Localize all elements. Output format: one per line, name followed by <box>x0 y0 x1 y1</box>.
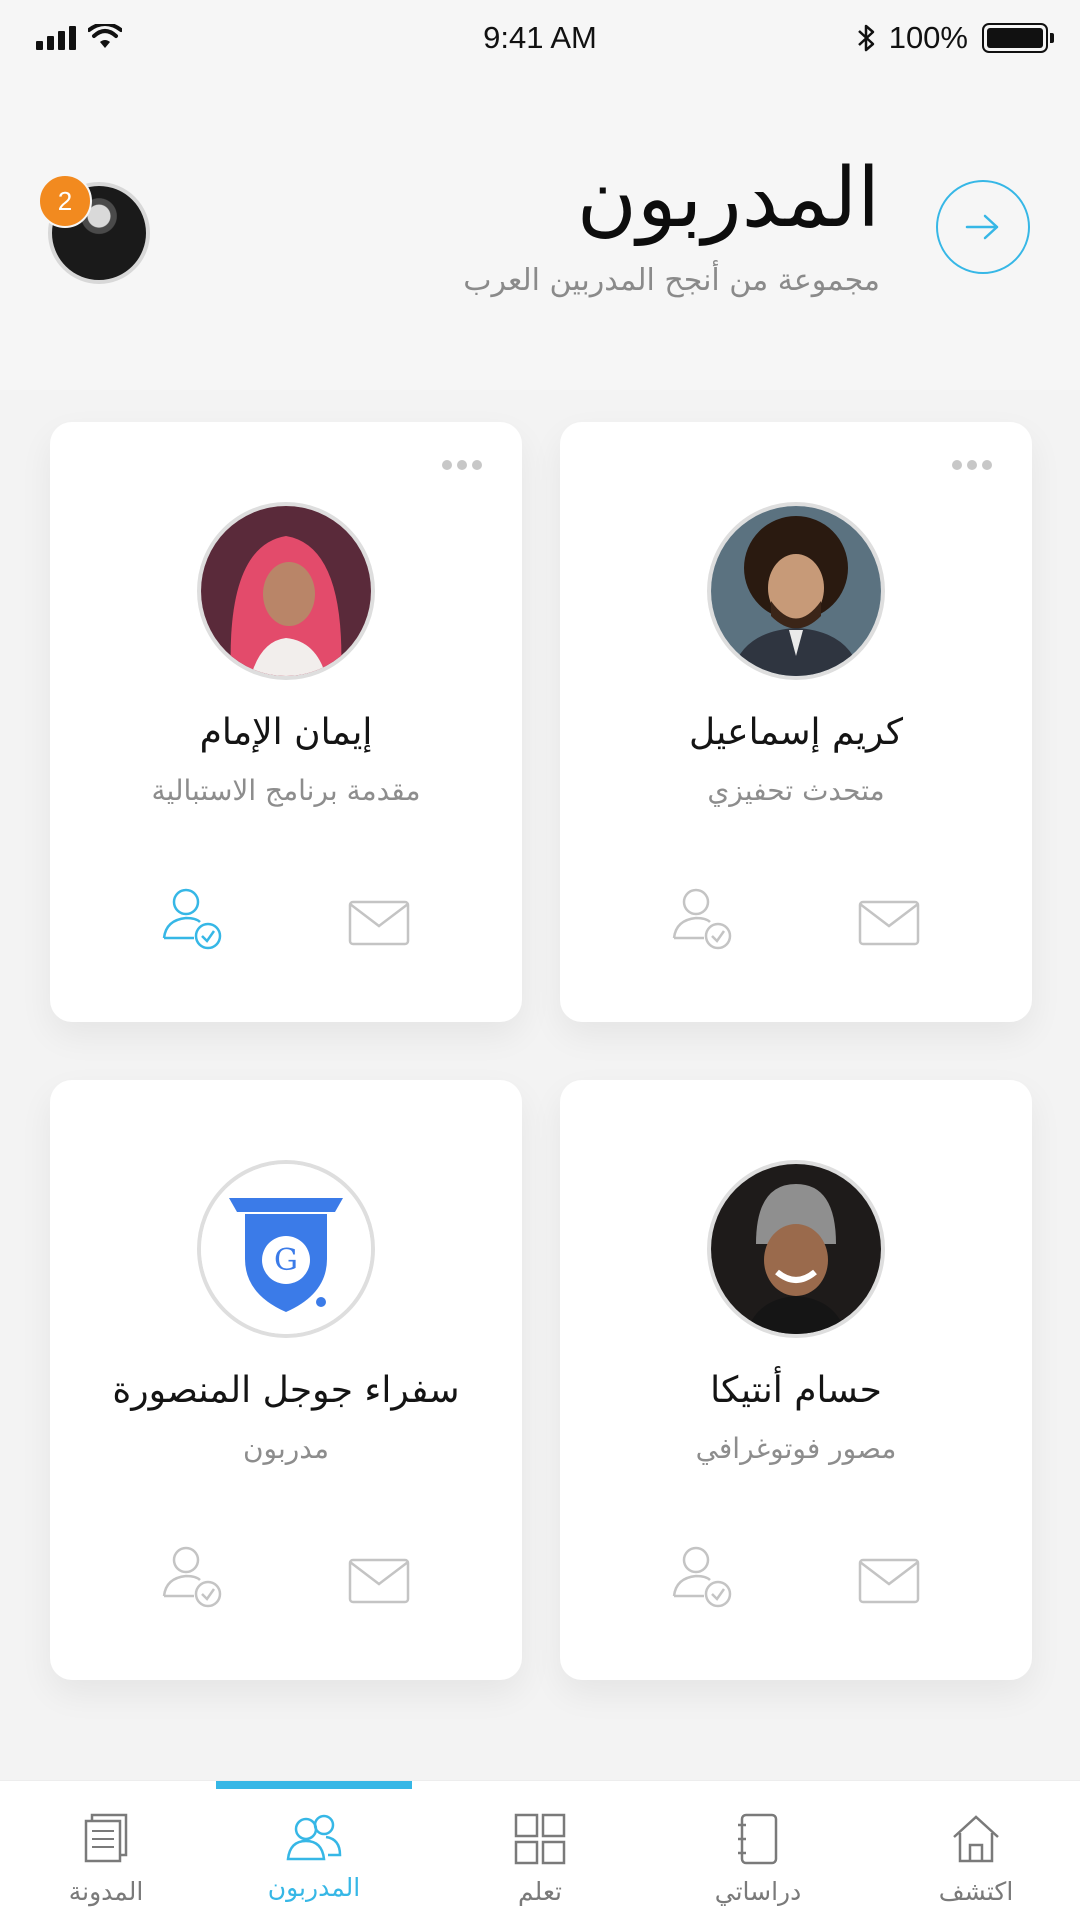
mail-icon[interactable] <box>858 1558 920 1604</box>
trainer-card[interactable]: كريم إسماعيل متحدث تحفيزي <box>560 422 1032 1022</box>
bottom-tab-bar: اكتشف دراساتي تعلم المدربون المدونة <box>0 1780 1080 1920</box>
users-icon <box>286 1814 342 1861</box>
battery-percent: 100% <box>888 20 968 55</box>
tab-learn[interactable]: تعلم <box>450 1781 630 1920</box>
battery-icon <box>982 23 1054 53</box>
trainer-name: إيمان الإمام <box>199 712 373 753</box>
page-header: 2 المدربون مجموعة من أنجح المدربين العرب <box>0 130 1080 330</box>
tab-label: المدربون <box>267 1873 361 1902</box>
trainer-card[interactable]: إيمان الإمام مقدمة برنامج الاستبالية <box>50 422 522 1022</box>
tab-discover[interactable]: اكتشف <box>886 1781 1066 1920</box>
arrow-right-icon <box>965 214 999 240</box>
trainer-photo <box>707 1160 885 1338</box>
page-subtitle: مجموعة من أنجح المدربين العرب <box>463 263 880 298</box>
tab-label: دراساتي <box>714 1877 802 1906</box>
trainer-name: سفراء جوجل المنصورة <box>112 1370 460 1411</box>
trainer-photo <box>197 502 375 680</box>
more-options-icon[interactable] <box>442 460 482 470</box>
follow-user-icon[interactable] <box>668 884 738 954</box>
follow-user-icon[interactable] <box>158 1542 228 1612</box>
follow-user-icon[interactable] <box>668 1542 738 1612</box>
home-icon <box>953 1815 999 1863</box>
trainers-grid: كريم إسماعيل متحدث تحفيزي إيمان الإمام م… <box>0 390 1080 1780</box>
trainer-card[interactable]: G سفراء جوجل المنصورة مدربون <box>50 1080 522 1680</box>
tab-trainers[interactable]: المدربون <box>224 1781 404 1920</box>
trainer-card[interactable]: حسام أنتيكا مصور فوتوغرافي <box>560 1080 1032 1680</box>
follow-user-icon[interactable] <box>158 884 228 954</box>
status-right: 100% <box>857 20 1054 56</box>
tab-label: تعلم <box>518 1877 562 1906</box>
forward-button[interactable] <box>936 180 1030 274</box>
more-options-icon[interactable] <box>952 460 992 470</box>
trainer-role: مقدمة برنامج الاستبالية <box>151 774 421 807</box>
grid-icon <box>514 1813 566 1865</box>
tab-blog[interactable]: المدونة <box>16 1781 196 1920</box>
trainer-role: مدربون <box>242 1432 330 1465</box>
trainer-role: متحدث تحفيزي <box>707 774 885 807</box>
trainer-name: كريم إسماعيل <box>689 712 903 753</box>
bluetooth-icon <box>857 24 874 52</box>
mail-icon[interactable] <box>858 900 920 946</box>
page-title: المدربون <box>576 151 880 246</box>
tab-my-studies[interactable]: دراساتي <box>668 1781 848 1920</box>
mail-icon[interactable] <box>348 900 410 946</box>
notification-badge[interactable]: 2 <box>38 174 92 228</box>
svg-text:G: G <box>274 1243 298 1278</box>
blog-icon <box>84 1813 128 1863</box>
tab-label: المدونة <box>68 1877 144 1906</box>
trainer-role: مصور فوتوغرافي <box>695 1432 897 1465</box>
mail-icon[interactable] <box>348 1558 410 1604</box>
status-bar: 9:41 AM 100% <box>0 0 1080 80</box>
tab-label: اكتشف <box>938 1877 1014 1906</box>
notebook-icon <box>738 1813 778 1865</box>
trainer-name: حسام أنتيكا <box>710 1370 882 1411</box>
trainer-photo <box>707 502 885 680</box>
trainer-photo: G <box>197 1160 375 1338</box>
